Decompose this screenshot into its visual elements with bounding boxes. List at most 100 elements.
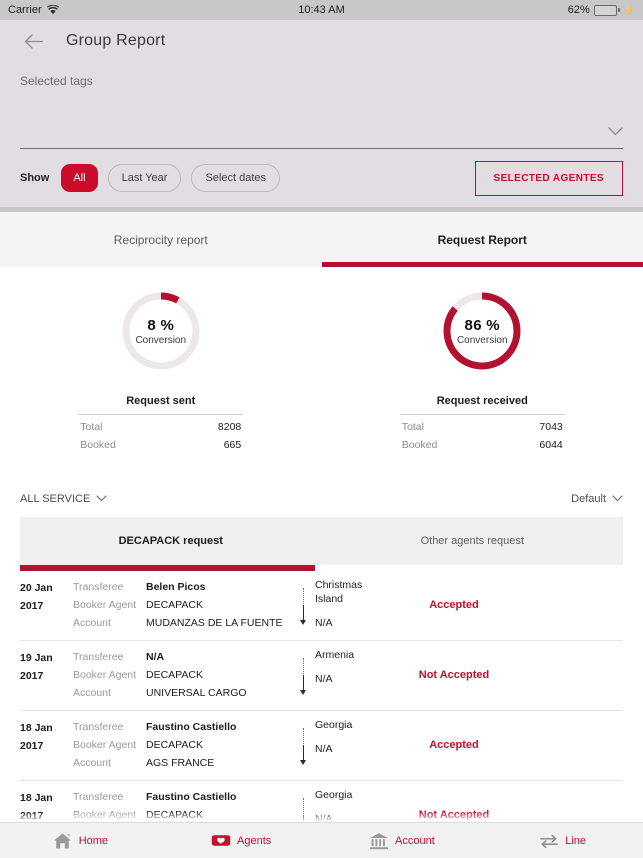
carrier-label: Carrier — [8, 4, 42, 16]
row-destination: N/A — [315, 617, 333, 629]
request-received-total-label: Total — [401, 421, 424, 433]
back-arrow-icon[interactable] — [20, 28, 46, 54]
row-field-values: Belen Picos DECAPACK MUDANZAS DE LA FUENTE — [146, 578, 291, 632]
table-row[interactable]: 20 Jan 2017 Transferee Booker Agent Account B… — [20, 571, 623, 641]
request-sent-donut-center: 8 % Conversion — [119, 289, 203, 373]
row-field-values: Faustino Castiello DECAPACK AGS FRANCE — [146, 718, 291, 772]
row-account: AGS FRANCE — [146, 757, 215, 769]
tab-reciprocity-report[interactable]: Reciprocity report — [0, 212, 322, 267]
request-received-booked-label: Booked — [401, 439, 438, 451]
request-received-percent: 86 % — [464, 316, 500, 334]
table-row: Total 7043 — [400, 415, 565, 433]
route-direction-arrow-icon — [291, 648, 315, 702]
row-destination: N/A — [315, 673, 333, 685]
chevron-down-icon — [96, 494, 107, 504]
table-row: Total 8208 — [78, 415, 243, 433]
conversion-stats: 8 % Conversion Request sent Total 8208 B… — [0, 267, 643, 481]
row-destination: N/A — [315, 743, 333, 755]
request-sent-booked-value: 665 — [223, 439, 242, 451]
service-filter-label: ALL SERVICE — [20, 493, 91, 505]
tab-request-report[interactable]: Request Report — [321, 212, 643, 267]
chevron-down-icon[interactable] — [608, 125, 623, 138]
request-received-title: Request received — [436, 395, 528, 407]
row-origin: Georgia — [315, 719, 353, 731]
row-label-account: Account — [73, 687, 111, 699]
show-filter-row: Show All Last Year Select dates SELECTED… — [20, 149, 623, 207]
request-received-total-value: 7043 — [539, 421, 563, 433]
request-received-donut-center: 86 % Conversion — [440, 289, 524, 373]
row-transferee: N/A — [146, 651, 165, 663]
row-date-day: 20 Jan — [20, 582, 53, 594]
request-sent-total-value: 8208 — [217, 421, 242, 433]
wifi-icon — [46, 4, 59, 15]
column-header-decapack-request: DECAPACK request — [118, 535, 223, 547]
battery-icon — [593, 4, 620, 16]
nav-item-agents[interactable]: Agents — [161, 831, 322, 851]
home-icon — [53, 831, 73, 851]
row-date-year: 2017 — [20, 670, 44, 682]
service-filter-dropdown[interactable]: ALL SERVICE — [20, 493, 107, 505]
row-origin: Georgia — [315, 789, 353, 801]
navigation-bar: Group Report — [0, 20, 643, 62]
row-booker-agent: DECAPACK — [146, 739, 203, 751]
row-transferee: Faustino Castiello — [146, 791, 237, 803]
table-row[interactable]: 18 Jan 2017 Transferee Booker Agent Account F… — [20, 711, 623, 781]
row-date-day: 19 Jan — [20, 652, 53, 664]
request-sent-total-label: Total — [80, 421, 103, 433]
table-row: Booked 6044 — [400, 433, 565, 451]
tags-expand-row[interactable] — [20, 120, 623, 142]
row-field-labels: Transferee Booker Agent Account — [73, 578, 146, 632]
row-transferee: Belen Picos — [146, 581, 206, 593]
page-title: Group Report — [66, 32, 166, 49]
status-badge: Accepted — [429, 599, 479, 611]
route-direction-arrow-icon — [291, 718, 315, 772]
request-sent-card: 8 % Conversion Request sent Total 8208 B… — [0, 289, 322, 451]
transfer-arrows-icon — [539, 831, 559, 851]
request-received-table: Total 7043 Booked 6044 — [399, 414, 565, 451]
filter-pill-all[interactable]: All — [61, 164, 98, 192]
row-date-day: 18 Jan — [20, 722, 53, 734]
table-header: DECAPACK request Other agents request — [20, 517, 623, 565]
row-account: UNIVERSAL CARGO — [146, 687, 247, 699]
filter-pill-last-year[interactable]: Last Year — [107, 164, 182, 192]
nav-item-home[interactable]: Home — [0, 831, 161, 851]
row-route: Georgia N/A — [315, 718, 375, 772]
request-sent-booked-label: Booked — [80, 439, 116, 451]
list-fade-overlay — [0, 812, 643, 822]
status-bar: Carrier 10:43 AM 62% ⚡ — [0, 0, 643, 20]
status-bar-time: 10:43 AM — [298, 4, 345, 16]
row-date-year: 2017 — [20, 740, 44, 752]
row-booker-agent: DECAPACK — [146, 669, 203, 681]
row-label-account: Account — [73, 617, 111, 629]
sort-filter-dropdown[interactable]: Default — [571, 493, 623, 505]
table-row[interactable]: 19 Jan 2017 Transferee Booker Agent Account N… — [20, 641, 623, 711]
row-label-booker-agent: Booker Agent — [73, 739, 137, 751]
nav-label-agents: Agents — [237, 834, 272, 847]
row-origin: Armenia — [315, 649, 355, 661]
report-tabs: Reciprocity report Request Report — [0, 212, 643, 267]
nav-item-line[interactable]: Line — [482, 831, 643, 851]
handshake-icon — [211, 831, 231, 851]
filter-pill-select-dates[interactable]: Select dates — [191, 164, 280, 192]
table-row: Booked 665 — [78, 433, 243, 451]
sort-filter-label: Default — [571, 493, 606, 505]
row-field-values: N/A DECAPACK UNIVERSAL CARGO — [146, 648, 291, 702]
request-received-card: 86 % Conversion Request received Total 7… — [322, 289, 643, 451]
row-label-transferee: Transferee — [73, 791, 124, 803]
selected-agents-button[interactable]: SELECTED AGENTES — [474, 160, 623, 196]
nav-item-account[interactable]: Account — [322, 831, 483, 851]
bottom-navigation: Home Agents Account Line — [0, 822, 643, 858]
bank-icon — [369, 831, 389, 851]
row-label-transferee: Transferee — [73, 651, 124, 663]
request-sent-table: Total 8208 Booked 665 — [78, 414, 244, 451]
request-received-conversion-label: Conversion — [456, 334, 508, 346]
app-root: Carrier 10:43 AM 62% ⚡ Group Report Sele… — [0, 0, 643, 858]
row-origin: Christmas Island — [315, 579, 363, 605]
row-field-labels: Transferee Booker Agent Account — [73, 648, 146, 702]
selected-tags-label: Selected tags — [20, 74, 93, 88]
selected-tags-row[interactable]: Selected tags — [20, 62, 623, 120]
row-booker-agent: DECAPACK — [146, 599, 203, 611]
status-badge: Not Accepted — [418, 669, 490, 681]
row-date-day: 18 Jan — [20, 792, 53, 804]
nav-label-line: Line — [565, 834, 587, 847]
